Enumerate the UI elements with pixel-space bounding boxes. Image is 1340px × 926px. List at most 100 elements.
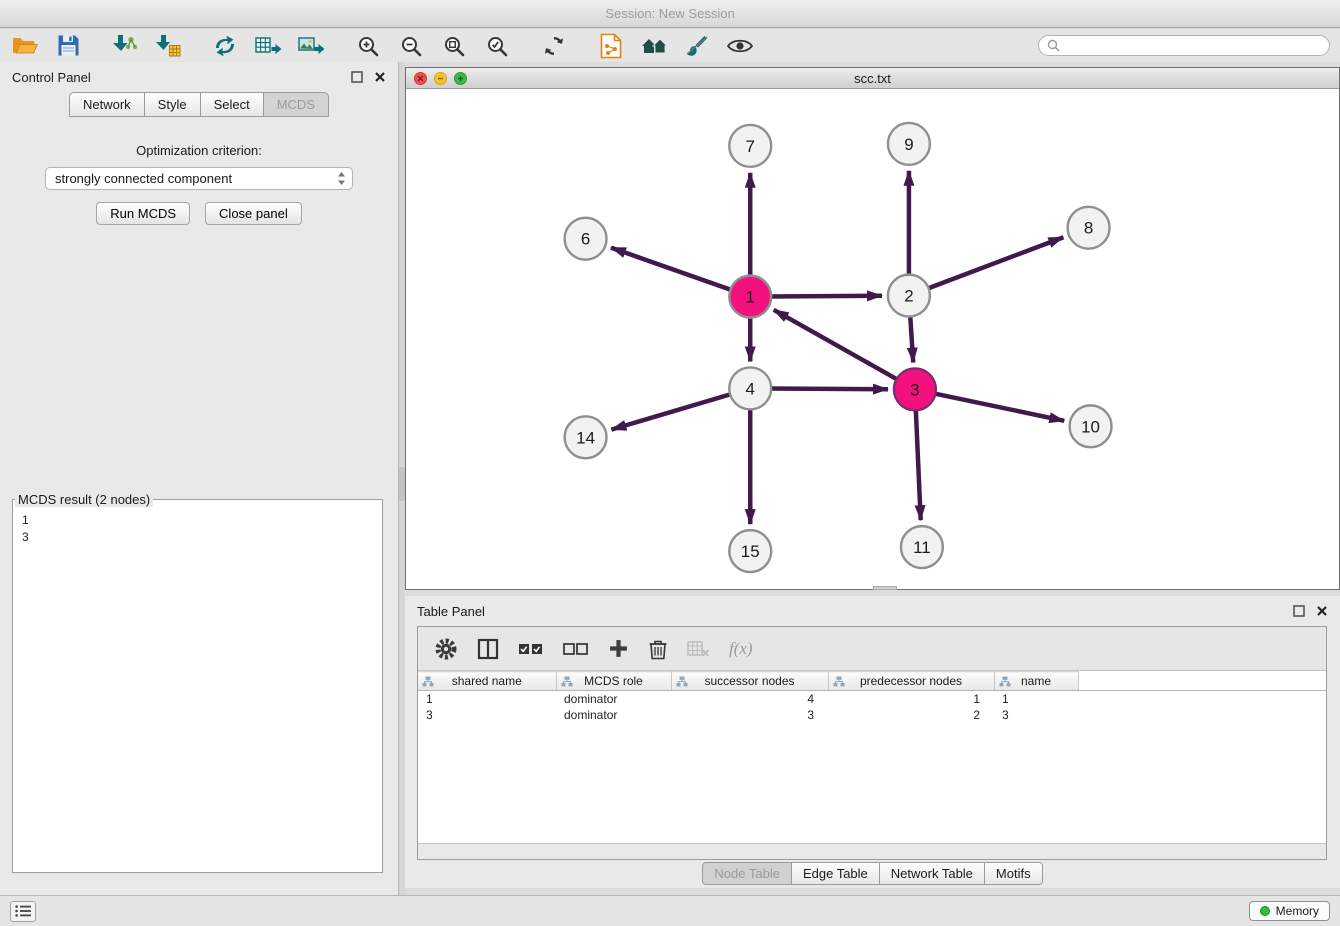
table-panel-title: Table Panel: [417, 604, 485, 619]
table-cell[interactable]: 1: [828, 691, 994, 707]
save-session-icon[interactable]: [53, 31, 83, 60]
run-mcds-button[interactable]: Run MCDS: [96, 202, 190, 225]
window-resize-handle[interactable]: [873, 586, 897, 590]
close-window-icon[interactable]: [414, 72, 427, 85]
search-input[interactable]: [1065, 39, 1321, 53]
column-header-name[interactable]: name: [994, 672, 1078, 691]
search-icon: [1047, 39, 1060, 52]
table-row[interactable]: 1dominator411: [418, 691, 1326, 707]
table-panel-tabs: Node Table Edge Table Network Table Moti…: [405, 862, 1340, 885]
column-type-icon: [999, 676, 1011, 687]
edge-1-6[interactable]: [611, 248, 734, 291]
edge-1-2[interactable]: [767, 296, 882, 297]
network-window: scc.txt 7968124314101511: [405, 67, 1340, 590]
zoom-selected-icon[interactable]: [482, 31, 512, 60]
column-type-icon: [561, 676, 573, 687]
close-panel-icon[interactable]: [374, 71, 386, 83]
table-row[interactable]: 3dominator323: [418, 707, 1326, 723]
network-graph[interactable]: 7968124314101511: [406, 89, 1339, 589]
eye-icon[interactable]: [725, 31, 755, 60]
import-network-icon[interactable]: [110, 31, 140, 60]
home-icon[interactable]: [639, 31, 669, 60]
network-canvas[interactable]: 7968124314101511: [406, 89, 1339, 589]
table-cell-filler: [1078, 707, 1326, 723]
edge-2-3[interactable]: [910, 313, 913, 363]
zoom-in-icon[interactable]: [353, 31, 383, 60]
tab-motifs[interactable]: Motifs: [985, 862, 1043, 885]
mcds-result-line: 1: [22, 512, 373, 529]
table-cell[interactable]: 1: [994, 691, 1078, 707]
search-box[interactable]: [1038, 35, 1330, 56]
table-horizontal-scrollbar[interactable]: [418, 843, 1326, 859]
delete-column-trash-icon[interactable]: [648, 638, 668, 660]
criterion-dropdown[interactable]: strongly connected component: [45, 167, 353, 190]
status-bar: Memory: [0, 895, 1340, 926]
select-all-columns-icon[interactable]: [518, 640, 544, 658]
table-cell[interactable]: 3: [671, 707, 828, 723]
column-label: shared name: [452, 674, 522, 688]
column-header-successor-nodes[interactable]: successor nodes: [671, 672, 828, 691]
column-label: predecessor nodes: [860, 674, 962, 688]
import-table-icon[interactable]: [153, 31, 183, 60]
zoom-fit-icon[interactable]: [439, 31, 469, 60]
open-file-icon[interactable]: [10, 31, 40, 60]
close-table-panel-icon[interactable]: [1316, 605, 1328, 617]
memory-status-icon: [1260, 906, 1270, 916]
table-settings-gear-icon[interactable]: [434, 637, 458, 661]
apply-layout-icon[interactable]: [210, 31, 240, 60]
table-panel: Table Panel: [405, 596, 1340, 888]
zoom-out-icon[interactable]: [396, 31, 426, 60]
export-image-icon[interactable]: [296, 31, 326, 60]
table-cell[interactable]: 4: [671, 691, 828, 707]
tab-style[interactable]: Style: [145, 92, 201, 117]
refresh-view-icon[interactable]: [539, 31, 569, 60]
edge-3-11[interactable]: [916, 406, 921, 520]
edge-2-8[interactable]: [925, 237, 1064, 289]
column-header-mcds-role[interactable]: MCDS role: [556, 672, 671, 691]
column-label: successor nodes: [704, 674, 794, 688]
memory-button-label: Memory: [1276, 904, 1319, 918]
node-table-wrap: shared name MCDS role successor nodes: [418, 671, 1326, 843]
table-cell[interactable]: 2: [828, 707, 994, 723]
table-cell[interactable]: dominator: [556, 707, 671, 723]
control-panel: Control Panel Network Style Select MCDS …: [0, 62, 399, 895]
column-type-icon: [676, 676, 688, 687]
tab-network[interactable]: Network: [69, 92, 145, 117]
float-panel-icon[interactable]: [351, 71, 363, 83]
tab-edge-table[interactable]: Edge Table: [792, 862, 880, 885]
maximize-window-icon[interactable]: [454, 72, 467, 85]
close-panel-button[interactable]: Close panel: [205, 202, 302, 225]
column-type-icon: [422, 676, 434, 687]
table-cell-filler: [1078, 691, 1326, 707]
task-history-icon[interactable]: [10, 901, 36, 922]
memory-button[interactable]: Memory: [1249, 901, 1330, 921]
node-label-7: 7: [746, 137, 755, 156]
tab-mcds[interactable]: MCDS: [264, 92, 329, 117]
node-table: shared name MCDS role successor nodes: [418, 671, 1326, 723]
tab-node-table[interactable]: Node Table: [702, 862, 792, 885]
node-label-15: 15: [741, 542, 760, 561]
node-table-container: f(x) shared name MCDS role: [417, 626, 1327, 860]
edge-4-3[interactable]: [767, 389, 888, 390]
tab-select[interactable]: Select: [201, 92, 264, 117]
column-header-shared-name[interactable]: shared name: [418, 672, 556, 691]
node-label-2: 2: [904, 287, 913, 306]
unselect-all-columns-icon[interactable]: [563, 640, 589, 658]
table-cell[interactable]: 3: [418, 707, 556, 723]
node-label-8: 8: [1084, 219, 1093, 238]
column-header-predecessor-nodes[interactable]: predecessor nodes: [828, 672, 994, 691]
minimize-window-icon[interactable]: [434, 72, 447, 85]
edge-3-10[interactable]: [932, 393, 1065, 421]
table-cell[interactable]: dominator: [556, 691, 671, 707]
float-table-panel-icon[interactable]: [1293, 605, 1305, 617]
network-file-icon[interactable]: [596, 31, 626, 60]
edge-4-14[interactable]: [611, 393, 734, 429]
style-brush-icon[interactable]: [682, 31, 712, 60]
tab-network-table[interactable]: Network Table: [880, 862, 985, 885]
show-column-icon[interactable]: [477, 638, 499, 660]
edge-3-1[interactable]: [774, 310, 900, 381]
create-column-plus-icon[interactable]: [608, 638, 629, 659]
table-cell[interactable]: 1: [418, 691, 556, 707]
export-table-icon[interactable]: [253, 31, 283, 60]
table-cell[interactable]: 3: [994, 707, 1078, 723]
